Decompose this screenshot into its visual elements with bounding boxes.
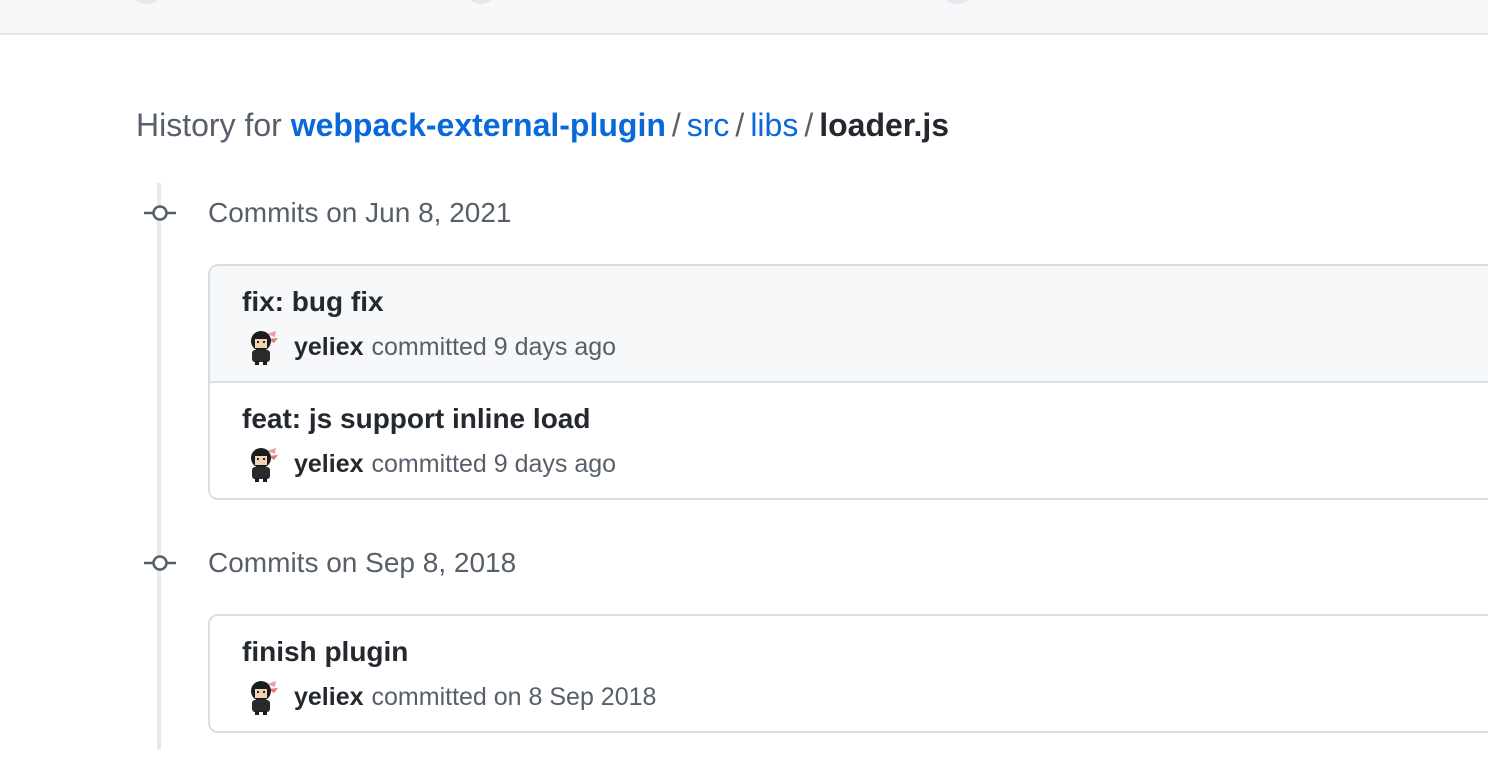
path-separator: / bbox=[671, 107, 681, 143]
commit-message-link[interactable]: fix: bug fix bbox=[242, 283, 384, 321]
commit-group-date: Commits on Sep 8, 2018 bbox=[208, 547, 517, 578]
user-avatar[interactable] bbox=[242, 328, 280, 366]
page-title: History for webpack-external-plugin / src /… bbox=[136, 104, 949, 146]
commit-author-link[interactable]: yeliex bbox=[294, 683, 364, 712]
breadcrumb-libs-link[interactable]: libs bbox=[750, 107, 798, 143]
user-avatar[interactable] bbox=[242, 678, 280, 716]
commit-row[interactable]: finish plugin yeliex committed on 8 Sep … bbox=[210, 616, 1488, 731]
path-separator: / bbox=[735, 107, 745, 143]
nav-icon[interactable] bbox=[940, 0, 974, 4]
commit-list-box: finish plugin yeliex committed on 8 Sep … bbox=[208, 614, 1488, 733]
commit-time: committed 9 days ago bbox=[371, 449, 617, 478]
commit-author-link[interactable]: yeliex bbox=[294, 450, 364, 479]
git-commit-icon bbox=[144, 205, 176, 221]
commit-list-box: fix: bug fix yeliex committed 9 days ago… bbox=[208, 264, 1488, 500]
timeline-line bbox=[157, 183, 161, 750]
commit-message-link[interactable]: finish plugin bbox=[242, 633, 408, 671]
history-prefix: History for bbox=[136, 107, 282, 143]
nav-icon[interactable] bbox=[130, 0, 164, 4]
user-avatar[interactable] bbox=[242, 445, 280, 483]
repo-link[interactable]: webpack-external-plugin bbox=[291, 107, 666, 143]
commit-meta: yeliex committed 9 days ago bbox=[242, 328, 616, 366]
commit-group-date: Commits on Jun 8, 2021 bbox=[208, 197, 512, 228]
current-file-name: loader.js bbox=[819, 107, 950, 143]
git-commit-icon bbox=[144, 555, 176, 571]
path-separator: / bbox=[804, 107, 814, 143]
breadcrumb-src-link[interactable]: src bbox=[687, 107, 730, 143]
nav-icon[interactable] bbox=[464, 0, 498, 4]
commit-meta: yeliex committed 9 days ago bbox=[242, 445, 616, 483]
commit-row[interactable]: feat: js support inline load yeliex comm… bbox=[210, 381, 1488, 498]
commit-author-link[interactable]: yeliex bbox=[294, 333, 364, 362]
commit-meta: yeliex committed on 8 Sep 2018 bbox=[242, 678, 656, 716]
top-navigation-strip bbox=[0, 0, 1488, 35]
commit-message-link[interactable]: feat: js support inline load bbox=[242, 400, 590, 438]
commit-time: committed on 8 Sep 2018 bbox=[371, 682, 657, 711]
commit-time: committed 9 days ago bbox=[371, 332, 617, 361]
commit-row[interactable]: fix: bug fix yeliex committed 9 days ago bbox=[210, 266, 1488, 381]
